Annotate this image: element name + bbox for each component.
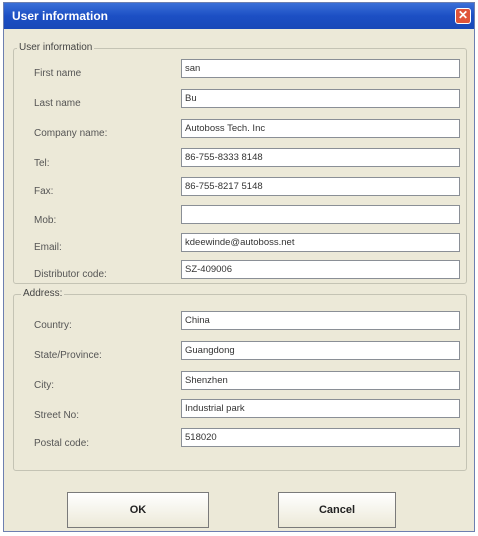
state-province-field[interactable]: Guangdong (181, 341, 460, 360)
city-field[interactable]: Shenzhen (181, 371, 460, 390)
city-label: City: (34, 380, 54, 391)
email-field[interactable]: kdeewinde@autoboss.net (181, 233, 460, 252)
last-name-label: Last name (34, 98, 81, 109)
distributor-code-label: Distributor code: (34, 269, 107, 280)
mob-field[interactable] (181, 205, 460, 224)
tel-field[interactable]: 86-755-8333 8148 (181, 148, 460, 167)
company-name-label: Company name: (34, 128, 108, 139)
company-name-field[interactable]: Autoboss Tech. Inc (181, 119, 460, 138)
first-name-label: First name (34, 68, 82, 79)
window-title: User information (12, 9, 109, 23)
country-label: Country: (34, 320, 72, 331)
cancel-button[interactable]: Cancel (278, 492, 396, 528)
postal-code-label: Postal code: (34, 438, 90, 449)
user-information-group-title: User information (17, 42, 95, 53)
fax-label: Fax: (34, 186, 54, 197)
distributor-code-field[interactable]: SZ-409006 (181, 260, 460, 279)
street-no-label: Street No: (34, 410, 80, 421)
title-bar[interactable]: User information ✕ (4, 3, 474, 29)
address-group-title: Address: (21, 288, 65, 299)
street-no-field[interactable]: Industrial park (181, 399, 460, 418)
mob-label: Mob: (34, 215, 57, 226)
email-label: Email: (34, 242, 62, 253)
fax-field[interactable]: 86-755-8217 5148 (181, 177, 460, 196)
postal-code-field[interactable]: 518020 (181, 428, 460, 447)
state-province-label: State/Province: (34, 350, 102, 361)
last-name-field[interactable]: Bu (181, 89, 460, 108)
tel-label: Tel: (34, 158, 50, 169)
first-name-field[interactable]: san (181, 59, 460, 78)
ok-button[interactable]: OK (67, 492, 209, 528)
country-field[interactable]: China (181, 311, 460, 330)
close-icon[interactable]: ✕ (455, 8, 471, 24)
user-information-dialog: User information ✕ User information Firs… (3, 2, 475, 532)
